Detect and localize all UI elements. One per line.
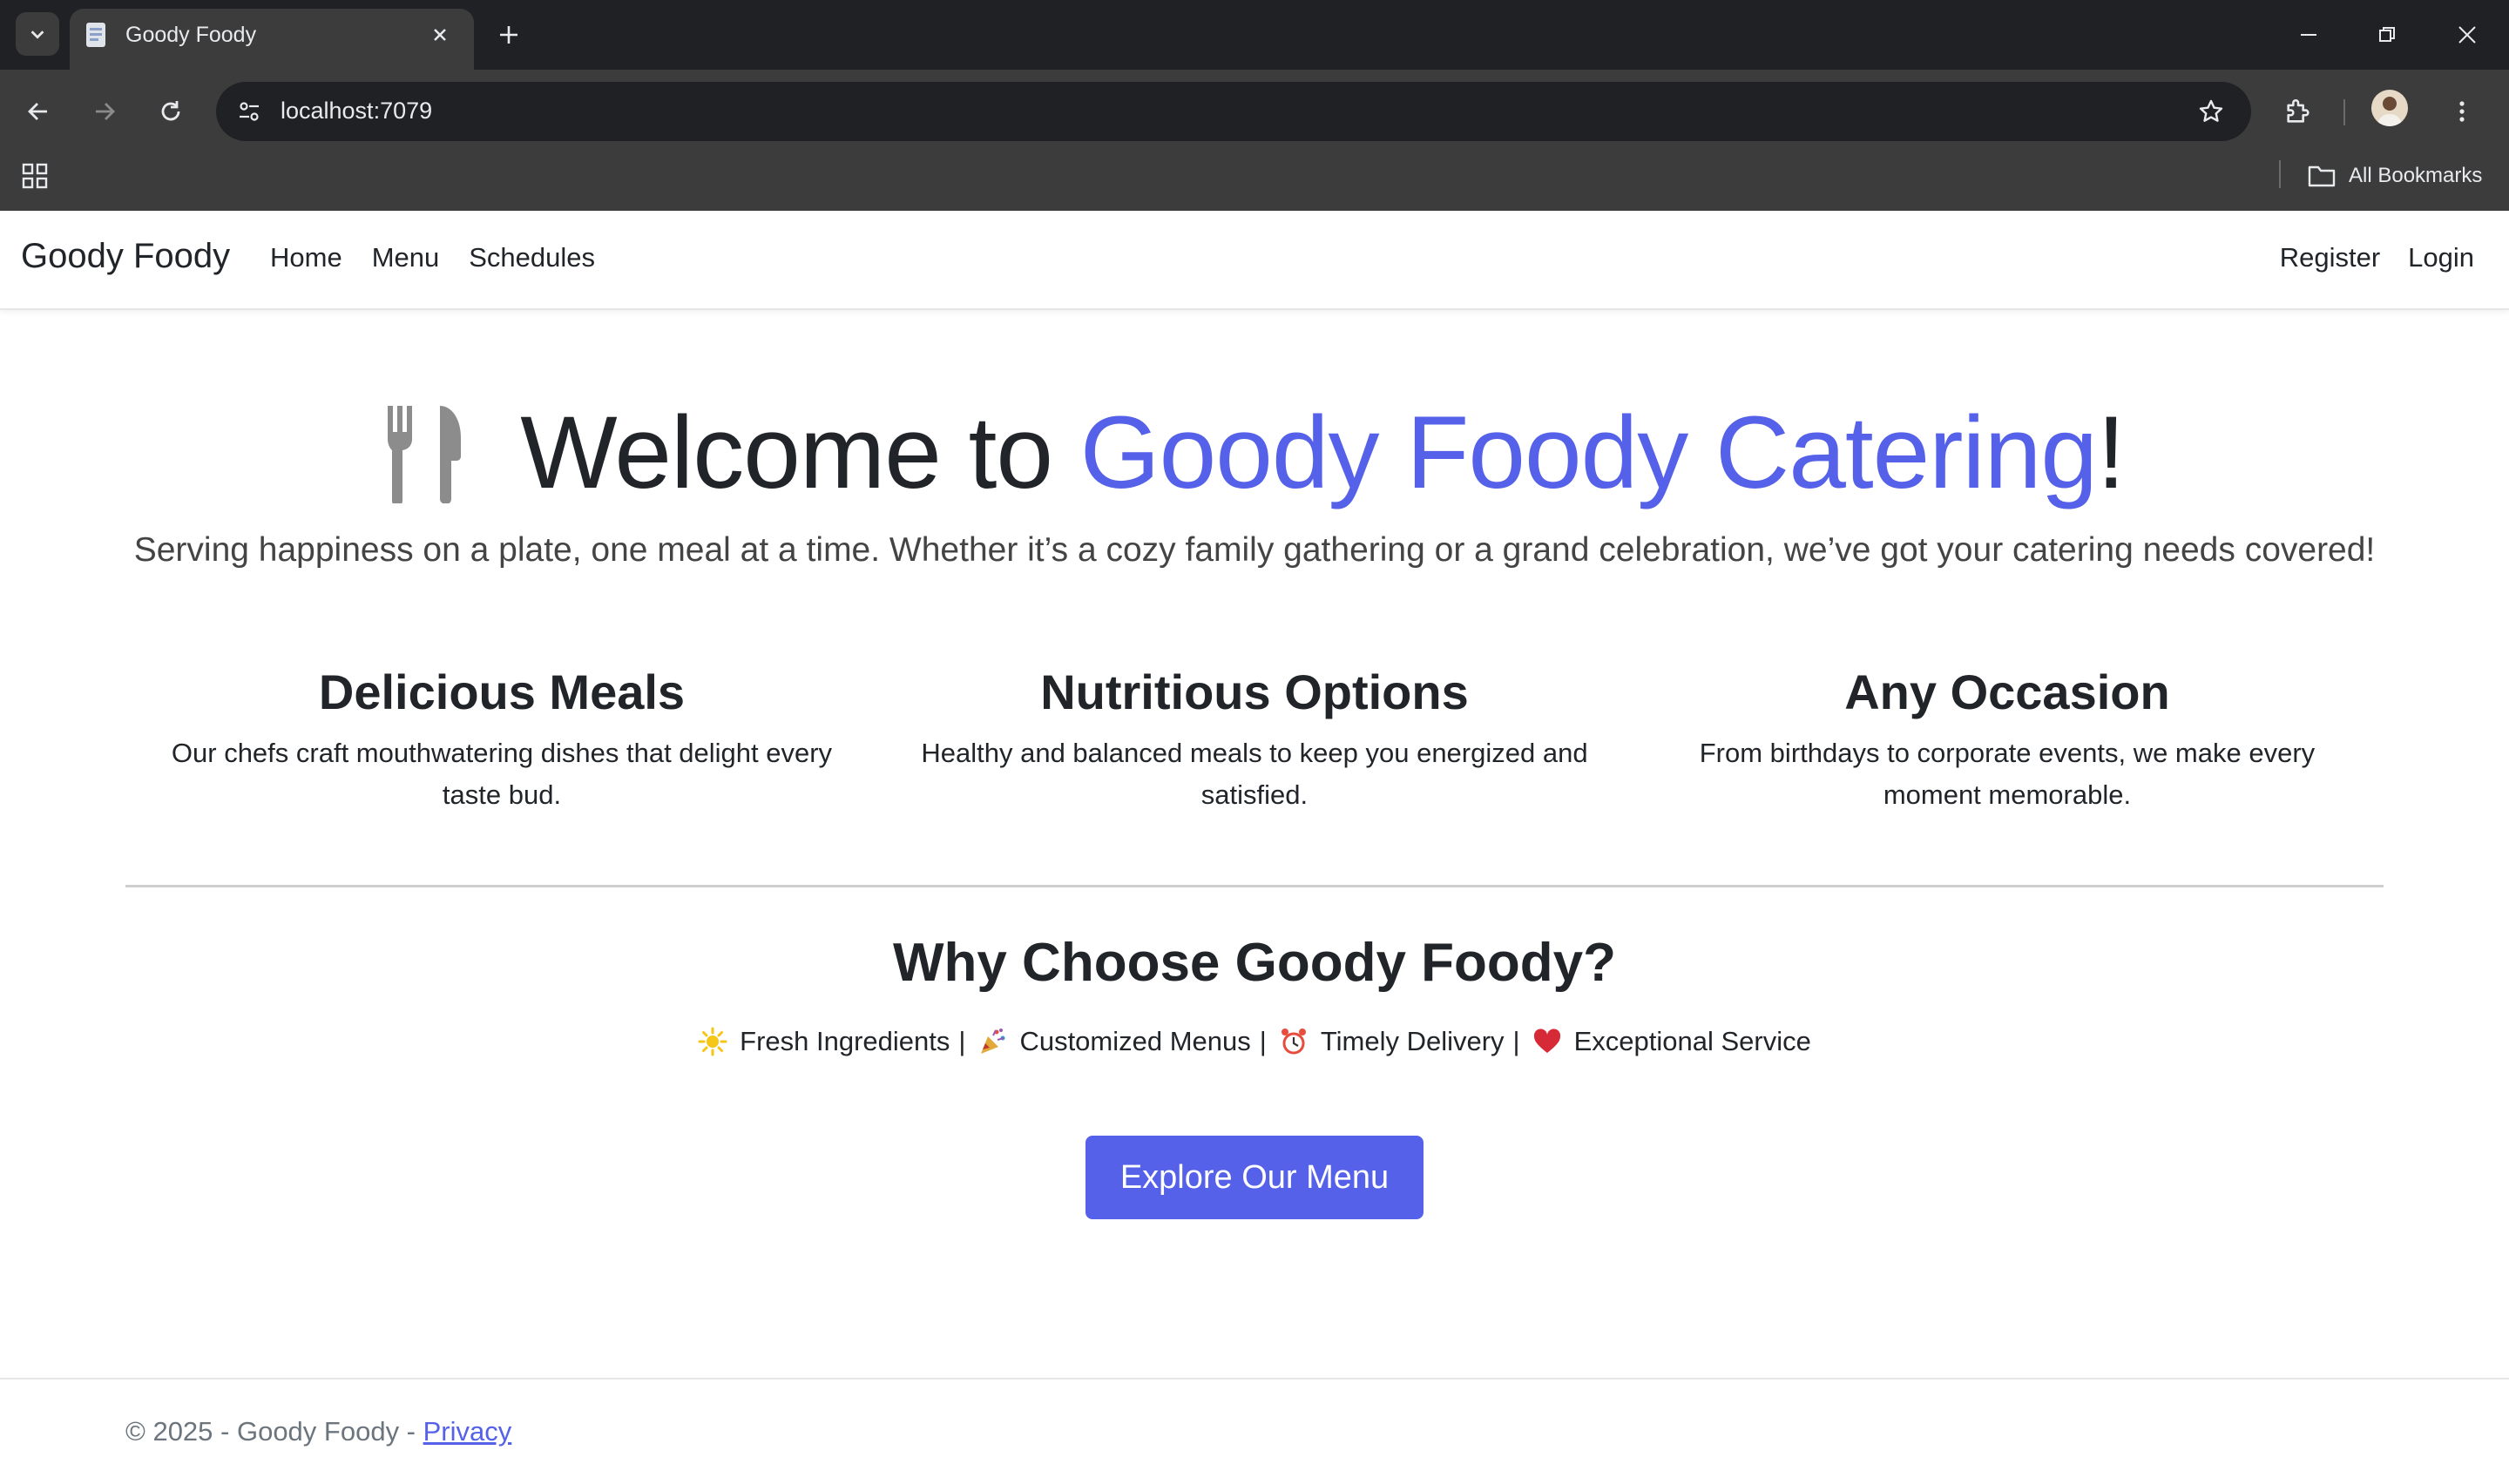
feature-card: Delicious Meals Our chefs craft mouthwat… [125,664,878,816]
hero-title-accent: Goody Foody Catering [1079,395,2098,510]
why-item-label: Exceptional Service [1573,1026,1811,1056]
minimize-button[interactable] [2282,12,2335,57]
nav-link-register[interactable]: Register [2280,242,2380,273]
nav-link-menu[interactable]: Menu [372,242,440,273]
toolbar-divider [2343,99,2345,125]
why-choose-title: Why Choose Goody Foody? [892,933,1617,993]
hero-title: Welcome to Goody Foody Catering! [384,394,2126,512]
address-bar[interactable]: localhost:7079 [216,82,2251,141]
why-item-custom: Customized Menus [977,1026,1251,1057]
page-favicon-icon [86,23,105,47]
why-item-service: Exceptional Service [1532,1026,1811,1057]
back-button[interactable] [16,89,61,134]
bookmarks-divider [2279,160,2281,188]
why-separator: | [1512,1026,1520,1056]
explore-menu-button[interactable]: Explore Our Menu [1085,1136,1424,1219]
browser-tabstrip: Goody Foody [0,0,2509,70]
utensils-icon [388,406,462,503]
navbar-brand[interactable]: Goody Foody [21,237,230,276]
minimize-icon [2301,34,2316,36]
arrow-left-icon [28,103,47,120]
tab-close-button[interactable] [423,17,457,52]
why-choose-list: Fresh Ingredients | Customized Menus | T… [0,1026,2509,1057]
all-bookmarks-button[interactable]: All Bookmarks [2307,159,2482,193]
puzzle-icon [2287,99,2309,123]
restore-button[interactable] [2361,12,2413,57]
chrome-menu-button[interactable] [2439,89,2485,134]
feature-title: Any Occasion [1844,664,2170,719]
why-item-delivery: Timely Delivery [1279,1026,1505,1057]
heart-icon [1533,1029,1560,1053]
browser-tab[interactable]: Goody Foody [70,9,474,70]
profile-picture-icon [2377,97,2403,126]
hero-title-prefix: Welcome to [520,395,1080,510]
url-text[interactable]: localhost:7079 [281,98,432,125]
tab-title: Goody Foody [125,23,257,47]
reload-icon [161,101,180,121]
star-icon [2199,99,2223,122]
hero-subtitle: Serving happiness on a plate, one meal a… [133,531,2376,569]
footer-copyright: © 2025 - Goody Foody - [125,1416,423,1447]
browser-toolbar: localhost:7079 All Bookmarks [0,70,2509,211]
nav-link-login[interactable]: Login [2408,242,2474,273]
sun-icon [698,1027,727,1056]
close-window-button[interactable] [2441,12,2493,57]
forward-button[interactable] [82,89,127,134]
section-divider [125,885,2384,887]
chevron-down-icon [30,30,44,39]
nav-links: Home Menu Schedules [270,242,595,273]
apps-button[interactable] [17,159,52,193]
feature-text: Healthy and balanced meals to keep you e… [921,738,1588,810]
folder-icon [2308,165,2336,187]
privacy-link[interactable]: Privacy [423,1416,512,1447]
feature-title: Nutritious Options [1040,664,1469,719]
site-navbar: Goody Foody Home Menu Schedules Register… [0,211,2509,310]
tune-icon [240,102,259,121]
extensions-button[interactable] [2276,89,2321,134]
close-icon [2458,26,2476,44]
why-item-label: Fresh Ingredients [740,1026,950,1056]
party-popper-icon [981,1029,1005,1054]
why-separator: | [1259,1026,1267,1056]
new-tab-button[interactable] [490,16,528,54]
tab-search-button[interactable] [16,12,59,56]
web-page: Goody Foody Home Menu Schedules Register… [0,211,2509,1484]
restore-icon [2379,27,2395,42]
all-bookmarks-label: All Bookmarks [2349,164,2483,187]
why-item-label: Timely Delivery [1320,1026,1505,1056]
why-separator: | [958,1026,966,1056]
feature-card: Nutritious Options Healthy and balanced … [878,664,1631,816]
feature-text: From birthdays to corporate events, we m… [1699,738,2316,810]
nav-auth-links: Register Login [2280,242,2474,273]
more-vertical-icon [2459,101,2465,122]
hero-section: Welcome to Goody Foody Catering! [0,394,2509,512]
nav-link-schedules[interactable]: Schedules [469,242,595,273]
site-footer: © 2025 - Goody Foody - Privacy [0,1378,2509,1484]
hero-title-suffix: ! [2097,395,2126,510]
site-info-button[interactable] [230,92,268,131]
footer-text: © 2025 - Goody Foody - Privacy [125,1416,511,1447]
plus-icon [500,26,517,44]
close-icon [434,29,446,41]
features-row: Delicious Meals Our chefs craft mouthwat… [125,664,2384,816]
nav-link-home[interactable]: Home [270,242,342,273]
reload-button[interactable] [148,89,193,134]
bookmark-star-button[interactable] [2192,92,2230,131]
apps-grid-icon [22,163,48,189]
profile-avatar[interactable] [2371,90,2408,126]
feature-title: Delicious Meals [318,664,686,719]
arrow-right-icon [96,103,115,120]
feature-text: Our chefs craft mouthwatering dishes tha… [171,738,833,810]
alarm-clock-icon [1281,1029,1306,1055]
why-item-label: Customized Menus [1019,1026,1251,1056]
why-item-fresh: Fresh Ingredients [698,1026,950,1057]
feature-card: Any Occasion From birthdays to corporate… [1631,664,2384,816]
